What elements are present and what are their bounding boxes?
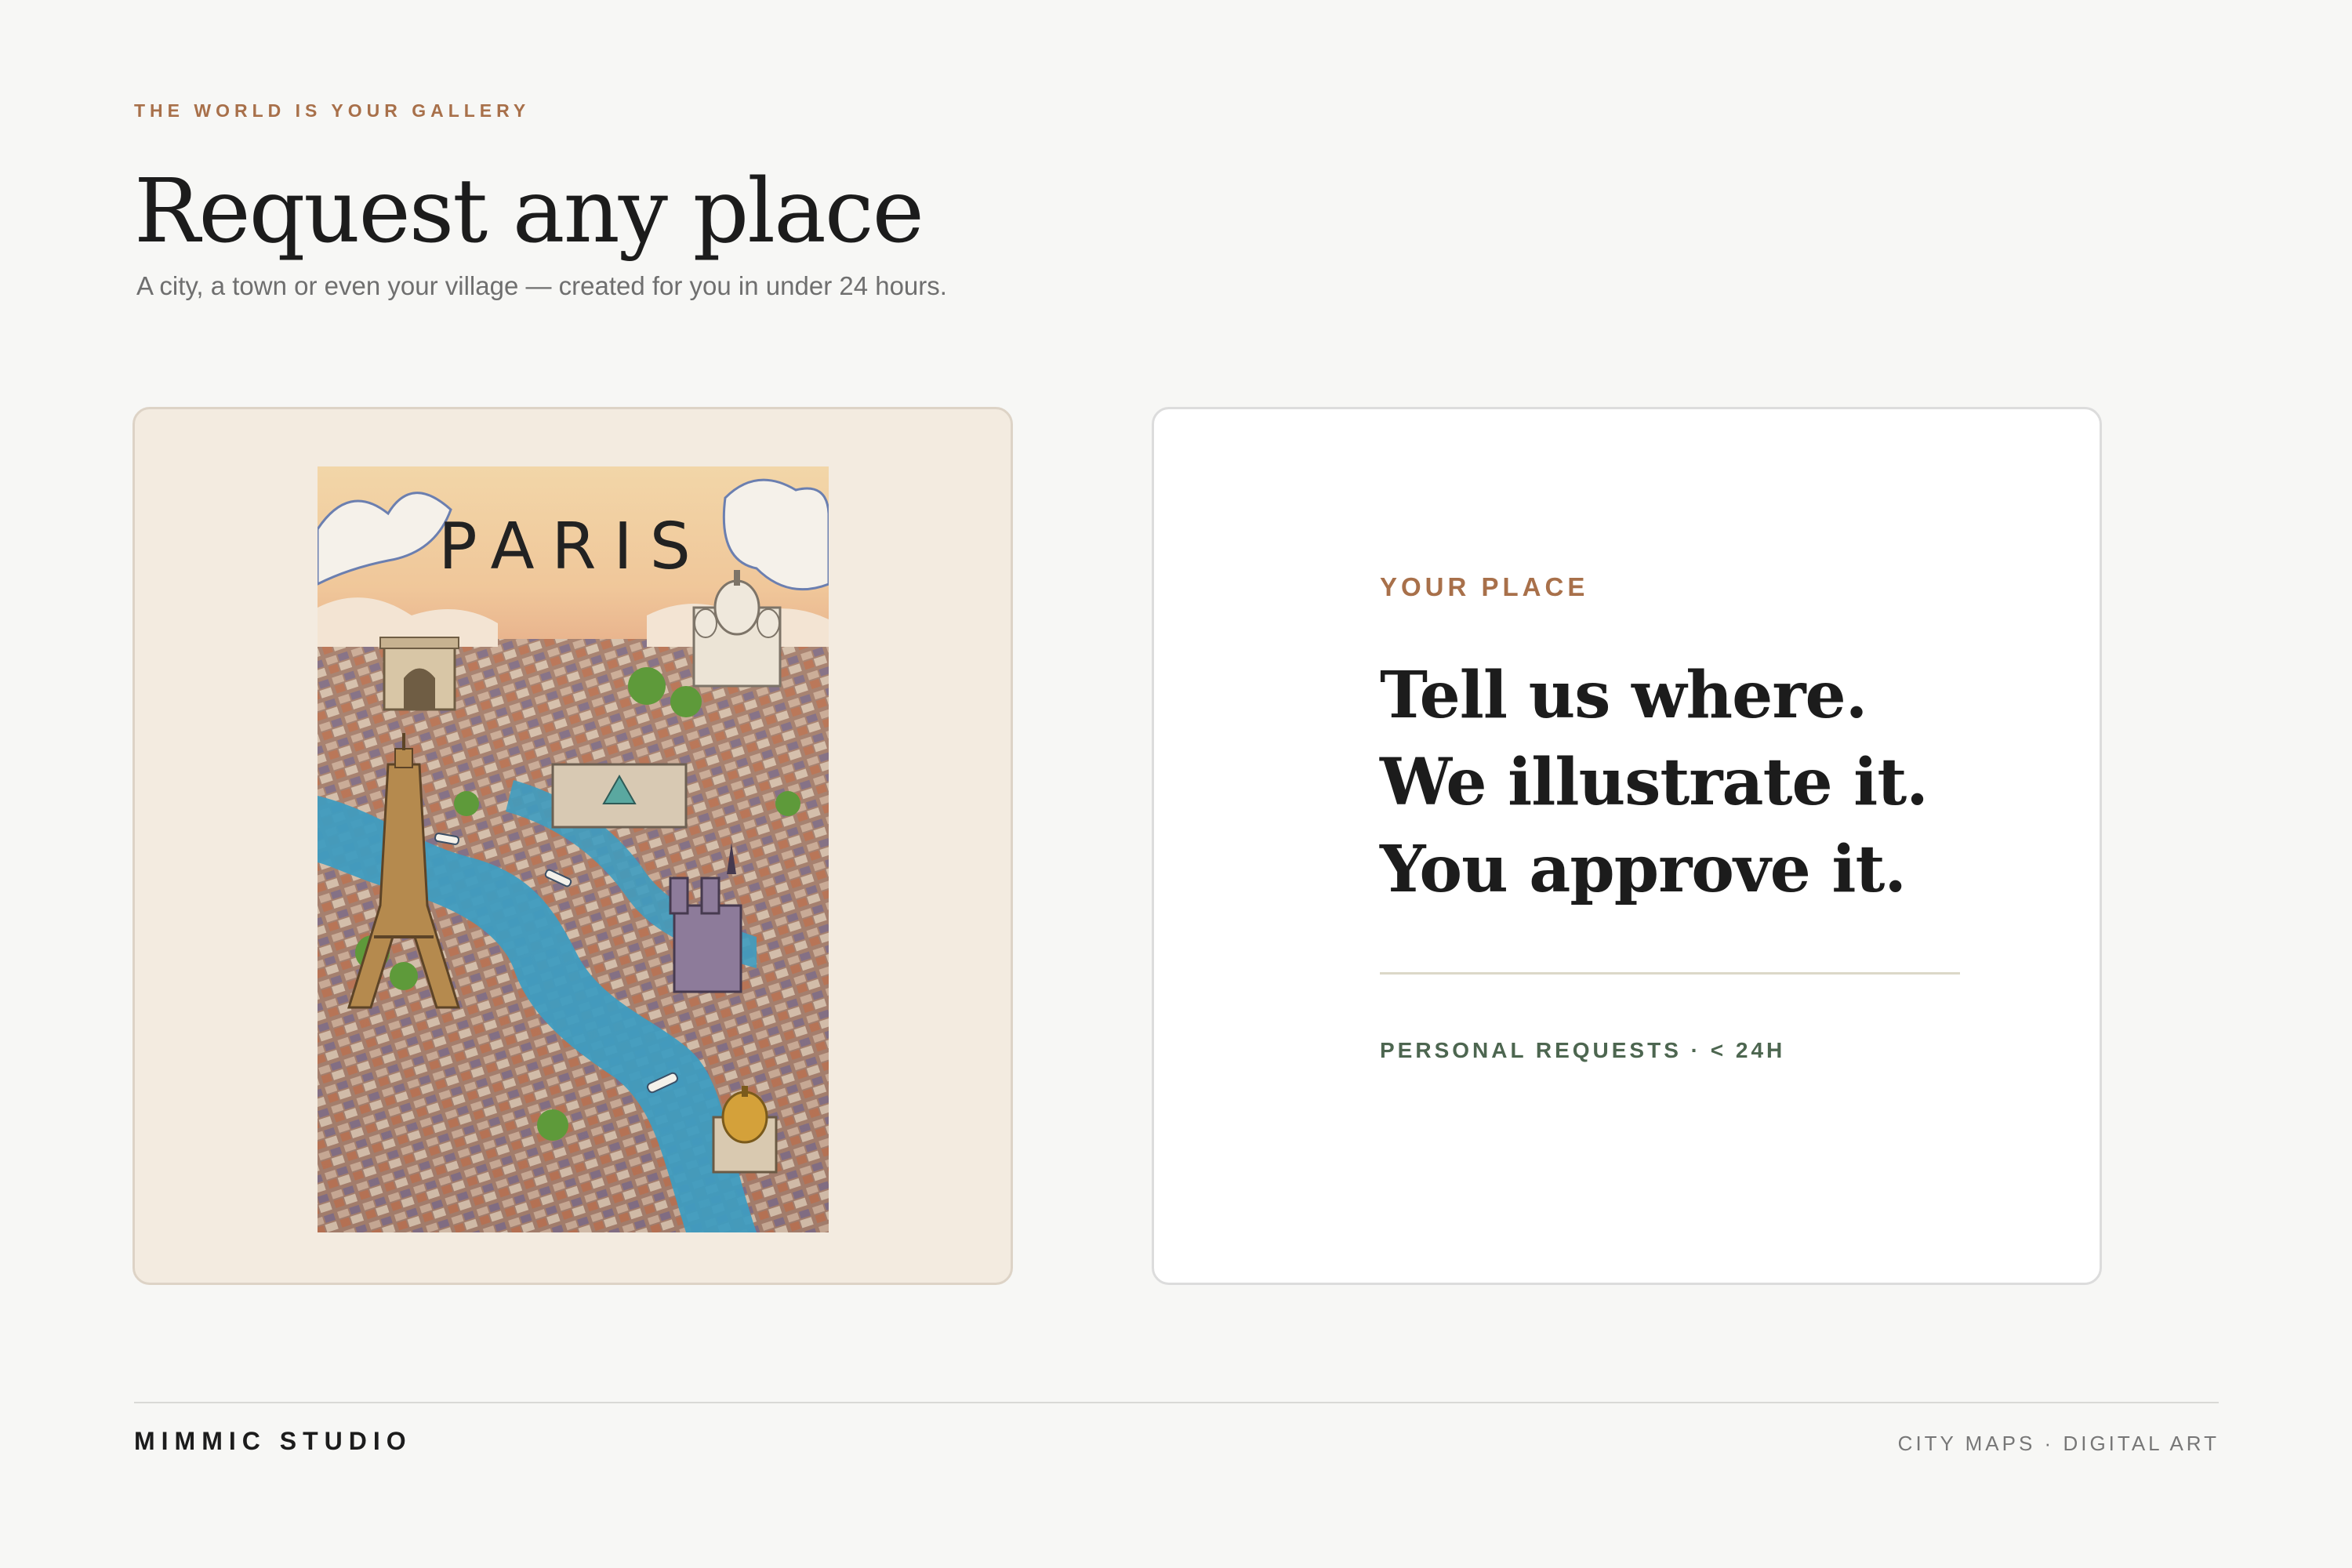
headline-line: You approve it. [1380, 832, 1907, 907]
headline-line: We illustrate it. [1380, 745, 1929, 820]
card-label: YOUR PLACE [1380, 572, 1589, 601]
poster-card: PARIS [132, 407, 1013, 1285]
card-meta: PERSONAL REQUESTS · < 24H [1380, 1038, 1786, 1062]
card-divider [1380, 972, 1960, 975]
paris-poster-image: PARIS [318, 466, 829, 1232]
brand-logo-text: MIMMIC STUDIO [134, 1427, 412, 1455]
page-subtitle: A city, a town or even your village — cr… [136, 271, 947, 300]
headline-line: Tell us where. [1380, 658, 1867, 733]
footer-tagline: CITY MAPS · DIGITAL ART [1897, 1432, 2220, 1455]
page-title: Request any place [134, 161, 924, 263]
eyebrow: THE WORLD IS YOUR GALLERY [134, 100, 531, 121]
footer-divider [134, 1402, 2219, 1403]
arc-de-triomphe-icon [379, 637, 459, 711]
poster-city-title: PARIS [438, 510, 708, 584]
card-headline: Tell us where. We illustrate it. You app… [1380, 652, 1929, 913]
request-card: YOUR PLACE Tell us where. We illustrate … [1152, 407, 2102, 1285]
